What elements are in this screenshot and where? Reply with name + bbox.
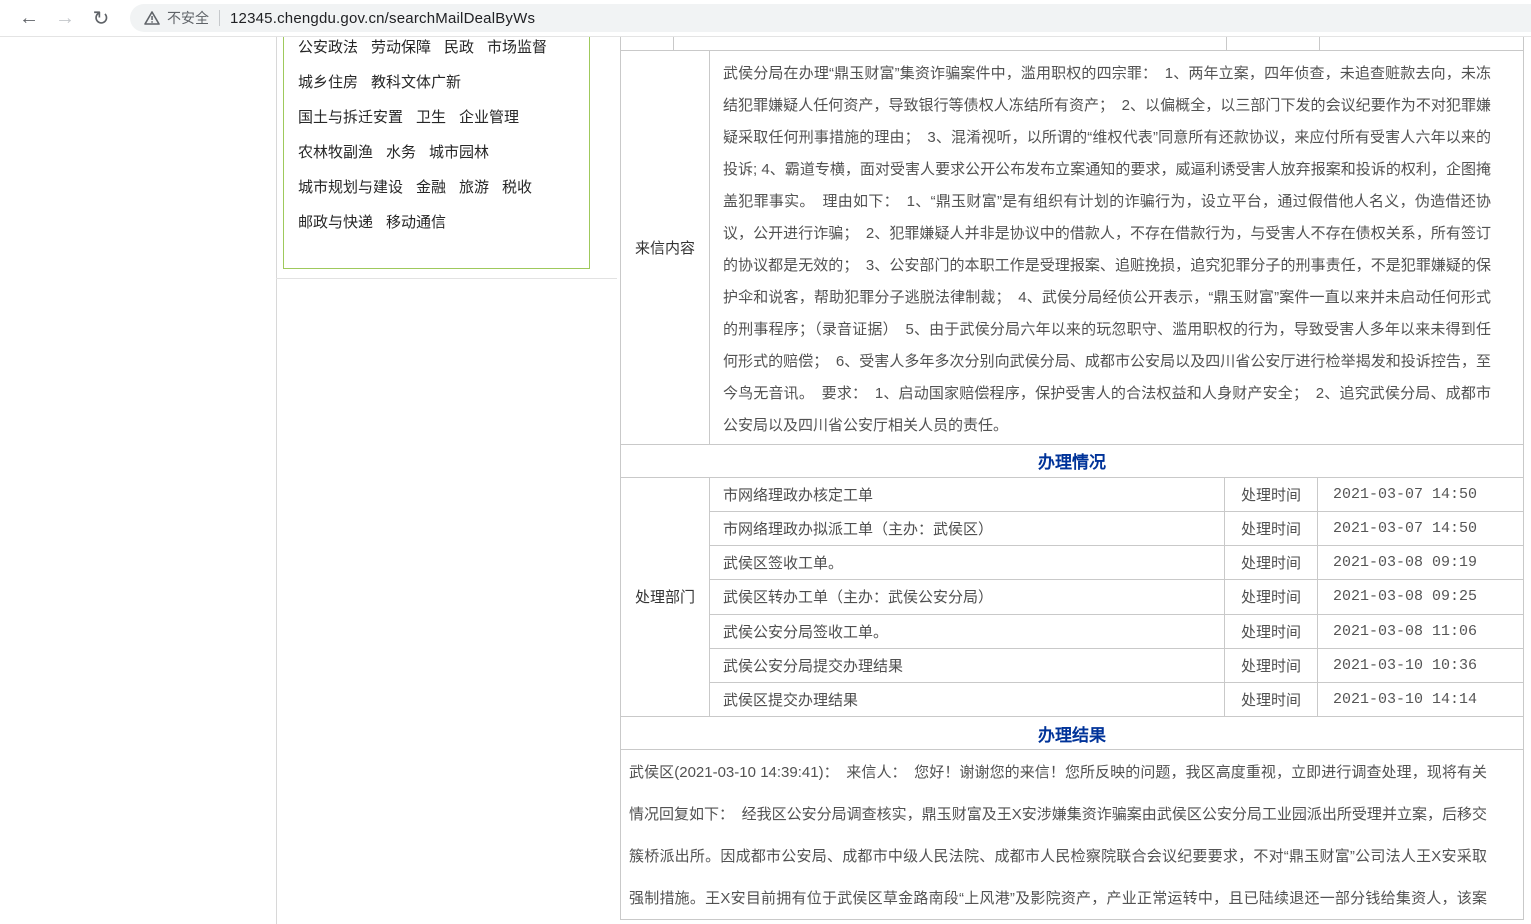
process-time-label: 处理时间 bbox=[1225, 546, 1318, 579]
category-link-chengxiang[interactable]: 城乡住房 bbox=[298, 71, 358, 92]
category-panel: 公安政法 劳动保障 民政 市场监督 城乡住房 教科文体广新 国土与拆迁安置 卫生… bbox=[283, 0, 590, 269]
category-row: 国土与拆迁安置 卫生 企业管理 bbox=[298, 99, 577, 134]
category-link-jiaokewen[interactable]: 教科文体广新 bbox=[371, 71, 461, 92]
result-section-title: 办理结果 bbox=[621, 717, 1523, 750]
table-border-stub bbox=[673, 37, 674, 51]
category-link-yidong[interactable]: 移动通信 bbox=[386, 211, 446, 232]
process-time-label: 处理时间 bbox=[1225, 580, 1318, 613]
address-bar[interactable]: 不安全 12345.chengdu.gov.cn/searchMailDealB… bbox=[130, 4, 1531, 32]
table-border-stub bbox=[1226, 37, 1227, 51]
letter-content-row: 来信内容 武侯分局在办理“鼎玉财富”集资诈骗案件中，滥用职权的四宗罪： 1、两年… bbox=[621, 51, 1523, 445]
process-time-label: 处理时间 bbox=[1225, 478, 1318, 511]
process-row: 武侯公安分局签收工单。 处理时间 2021-03-08 11:06 bbox=[710, 615, 1523, 649]
letter-content-label: 来信内容 bbox=[621, 51, 710, 444]
letter-content-text: 武侯分局在办理“鼎玉财富”集资诈骗案件中，滥用职权的四宗罪： 1、两年立案，四年… bbox=[710, 51, 1523, 444]
category-link-yuanlin[interactable]: 城市园林 bbox=[429, 141, 489, 162]
category-link-nonglin[interactable]: 农林牧副渔 bbox=[298, 141, 373, 162]
browser-toolbar: ← → ↻ 不安全 12345.chengdu.gov.cn/searchMai… bbox=[0, 0, 1531, 37]
category-link-guotu[interactable]: 国土与拆迁安置 bbox=[298, 106, 403, 127]
table-border-stub bbox=[1319, 37, 1320, 51]
category-link-laodong[interactable]: 劳动保障 bbox=[371, 36, 431, 57]
process-row: 武侯区转办工单（主办：武侯公安分局） 处理时间 2021-03-08 09:25 bbox=[710, 580, 1523, 614]
category-link-guihua[interactable]: 城市规划与建设 bbox=[298, 176, 403, 197]
process-time-label: 处理时间 bbox=[1225, 683, 1318, 716]
process-action: 武侯区提交办理结果 bbox=[710, 683, 1225, 716]
not-secure-warning-icon[interactable] bbox=[144, 11, 160, 25]
process-time-label: 处理时间 bbox=[1225, 512, 1318, 545]
url-separator bbox=[219, 10, 220, 26]
forward-icon[interactable]: → bbox=[50, 3, 80, 33]
reload-icon[interactable]: ↻ bbox=[86, 3, 116, 33]
category-link-weisheng[interactable]: 卫生 bbox=[416, 106, 446, 127]
mail-detail-table: 来信内容 武侯分局在办理“鼎玉财富”集资诈骗案件中，滥用职权的四宗罪： 1、两年… bbox=[620, 37, 1524, 920]
category-link-lvyou[interactable]: 旅游 bbox=[459, 176, 489, 197]
process-time-value: 2021-03-08 09:19 bbox=[1318, 546, 1523, 579]
category-link-youzheng[interactable]: 邮政与快递 bbox=[298, 211, 373, 232]
truncated-row-top bbox=[621, 37, 1523, 51]
category-row: 城乡住房 教科文体广新 bbox=[298, 64, 577, 99]
category-link-qiye[interactable]: 企业管理 bbox=[459, 106, 519, 127]
back-icon[interactable]: ← bbox=[14, 3, 44, 33]
left-column-divider bbox=[276, 37, 277, 924]
page-content: 公安政法 劳动保障 民政 市场监督 城乡住房 教科文体广新 国土与拆迁安置 卫生… bbox=[0, 37, 1531, 924]
process-action: 市网络理政办拟派工单（主办：武侯区） bbox=[710, 512, 1225, 545]
process-row: 武侯区提交办理结果 处理时间 2021-03-10 14:14 bbox=[710, 683, 1523, 716]
process-row: 市网络理政办核定工单 处理时间 2021-03-07 14:50 bbox=[710, 478, 1523, 512]
process-section: 处理部门 市网络理政办核定工单 处理时间 2021-03-07 14:50 市网… bbox=[621, 478, 1523, 718]
result-text: 武侯区(2021-03-10 14:39:41)： 来信人： 您好！谢谢您的来信… bbox=[621, 750, 1523, 919]
process-department-label: 处理部门 bbox=[621, 478, 710, 717]
sidebar-bottom-divider bbox=[276, 278, 617, 279]
process-time-value: 2021-03-07 14:50 bbox=[1318, 512, 1523, 545]
process-time-value: 2021-03-07 14:50 bbox=[1318, 478, 1523, 511]
category-link-shuishou[interactable]: 税收 bbox=[502, 176, 532, 197]
category-link-jinrong[interactable]: 金融 bbox=[416, 176, 446, 197]
process-action: 市网络理政办核定工单 bbox=[710, 478, 1225, 511]
process-action: 武侯区签收工单。 bbox=[710, 546, 1225, 579]
process-time-value: 2021-03-10 10:36 bbox=[1318, 649, 1523, 682]
process-action: 武侯区转办工单（主办：武侯公安分局） bbox=[710, 580, 1225, 613]
process-action: 武侯公安分局签收工单。 bbox=[710, 615, 1225, 648]
category-link-gongan[interactable]: 公安政法 bbox=[298, 36, 358, 57]
process-row: 武侯公安分局提交办理结果 处理时间 2021-03-10 10:36 bbox=[710, 649, 1523, 683]
category-link-shuiwu[interactable]: 水务 bbox=[386, 141, 416, 162]
process-time-value: 2021-03-10 14:14 bbox=[1318, 683, 1523, 716]
process-time-label: 处理时间 bbox=[1225, 615, 1318, 648]
category-row: 邮政与快递 移动通信 bbox=[298, 204, 577, 239]
process-row: 武侯区签收工单。 处理时间 2021-03-08 09:19 bbox=[710, 546, 1523, 580]
url-text: 12345.chengdu.gov.cn/searchMailDealByWs bbox=[230, 10, 535, 27]
category-link-shichang[interactable]: 市场监督 bbox=[487, 36, 547, 57]
process-row: 市网络理政办拟派工单（主办：武侯区） 处理时间 2021-03-07 14:50 bbox=[710, 512, 1523, 546]
process-section-title: 办理情况 bbox=[621, 445, 1523, 478]
category-row: 农林牧副渔 水务 城市园林 bbox=[298, 134, 577, 169]
process-time-value: 2021-03-08 09:25 bbox=[1318, 580, 1523, 613]
process-action: 武侯公安分局提交办理结果 bbox=[710, 649, 1225, 682]
process-time-label: 处理时间 bbox=[1225, 649, 1318, 682]
category-link-minzheng[interactable]: 民政 bbox=[444, 36, 474, 57]
category-row: 城市规划与建设 金融 旅游 税收 bbox=[298, 169, 577, 204]
process-rows: 市网络理政办核定工单 处理时间 2021-03-07 14:50 市网络理政办拟… bbox=[710, 478, 1523, 717]
process-time-value: 2021-03-08 11:06 bbox=[1318, 615, 1523, 648]
not-secure-label: 不安全 bbox=[167, 8, 209, 28]
